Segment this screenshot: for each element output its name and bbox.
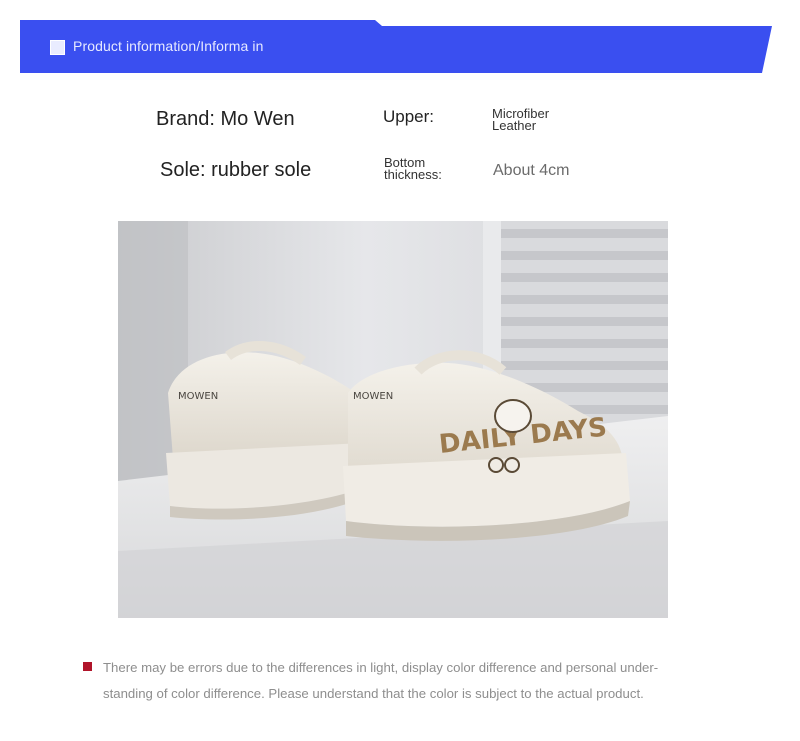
- thickness-label-line2: thickness:: [384, 167, 442, 182]
- note-line2: standing of color difference. Please und…: [103, 686, 644, 701]
- thickness-value: About 4cm: [493, 162, 570, 179]
- sneaker-photo: MOWEN MOWEN DAILY DAYS: [118, 221, 668, 618]
- upper-value: Microfiber Leather: [492, 107, 549, 133]
- upper-label: Upper:: [383, 107, 435, 126]
- sneaker-illustration: MOWEN MOWEN DAILY DAYS: [118, 221, 668, 618]
- right-sneaker-logo: MOWEN: [353, 391, 393, 402]
- left-sneaker-logo: MOWEN: [178, 391, 218, 402]
- checkbox-icon: [50, 40, 65, 55]
- note-bullet-icon: [83, 662, 92, 671]
- disclaimer-note: There may be errors due to the differenc…: [103, 655, 743, 707]
- brand-spec: Brand: Mo Wen: [156, 108, 295, 130]
- thickness-label: Bottom thickness:: [384, 156, 442, 182]
- note-line1: There may be errors due to the differenc…: [103, 660, 659, 675]
- product-info-banner: Product information/Informa in: [20, 20, 772, 73]
- upper-value-line2: Leather: [492, 118, 537, 133]
- banner-title: Product information/Informa in: [73, 38, 264, 54]
- sole-spec: Sole: rubber sole: [160, 159, 312, 181]
